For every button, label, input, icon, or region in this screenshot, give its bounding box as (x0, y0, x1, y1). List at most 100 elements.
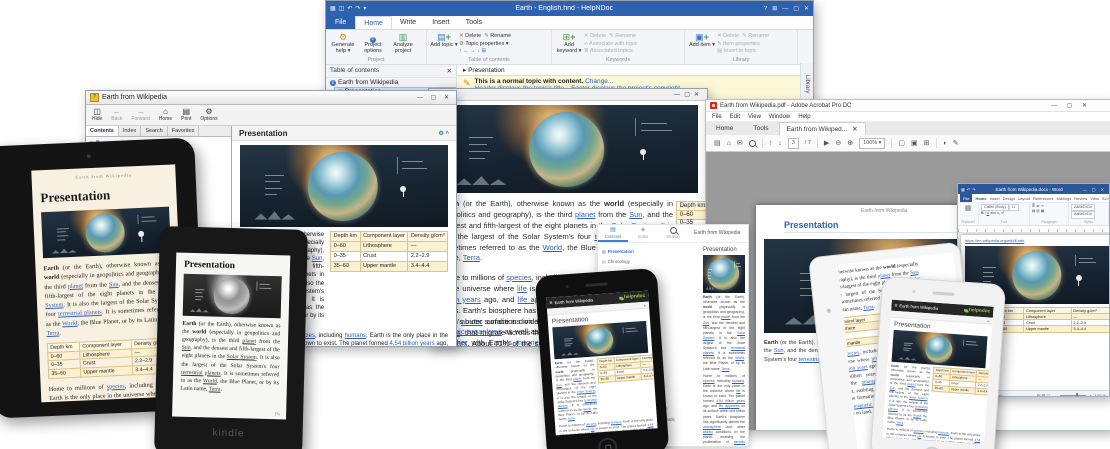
tab-search[interactable]: Search (141, 126, 167, 136)
redo-icon[interactable]: ↷ (355, 5, 360, 12)
text-link[interactable]: 4.54 billion years (716, 399, 745, 403)
options-button[interactable]: ⚙Options (200, 108, 217, 122)
text-link[interactable]: terrestrial planets (181, 369, 221, 376)
analyze-project-button[interactable]: ▥Analyze project (388, 31, 418, 55)
move-topic-arrows[interactable]: ↑ ← → ↓ ⊞ (459, 48, 511, 56)
zoom-slider[interactable] (1060, 395, 1086, 396)
tab-file[interactable]: File (960, 194, 972, 202)
tab-acrobat[interactable]: ACROBAT (1102, 196, 1109, 201)
window-controls[interactable]: — ▢ ✕ (1051, 102, 1091, 109)
italic-button[interactable]: I (985, 211, 986, 215)
select-tool-icon[interactable]: ▶ (824, 139, 829, 147)
hyperlink[interactable]: https://en.wikipedia.org/wiki/Earth (965, 238, 1024, 243)
undo-icon[interactable]: ↶ (967, 187, 970, 192)
text-link[interactable]: species (506, 273, 531, 282)
text-link[interactable]: life appeared (591, 430, 609, 435)
tab-home[interactable]: Home (355, 16, 392, 29)
tab-contents[interactable]: Contents (86, 126, 119, 136)
delete-item-button[interactable]: Delete (723, 33, 739, 39)
close-tab-icon[interactable]: ✕ (852, 125, 857, 133)
text-link[interactable]: Solar System (227, 354, 257, 361)
style-normal[interactable]: AaBbCcDd (1071, 204, 1095, 211)
save-icon[interactable]: ◫ (339, 5, 345, 12)
topic-properties-button[interactable]: Topic properties ▾ (465, 41, 508, 47)
text-link[interactable]: planet (68, 282, 83, 290)
help-button[interactable]: ? (764, 6, 767, 12)
align-left-icon[interactable]: ▤ (1032, 209, 1035, 213)
add-keyword-button[interactable]: ⊞+Add keyword ▾ (554, 31, 584, 55)
forward-button[interactable]: →Forward (131, 108, 149, 122)
topic-breadcrumb[interactable]: ▸ Presentation (457, 65, 813, 75)
text-link[interactable]: planet (242, 339, 256, 345)
text-link[interactable]: planet (721, 315, 730, 319)
text-link[interactable]: World (735, 356, 744, 360)
print-icon[interactable]: ⌂ (727, 140, 731, 147)
fullscreen-icon[interactable]: ⊞ (924, 139, 930, 147)
text-link[interactable]: life (517, 284, 527, 293)
text-link[interactable]: Sun (182, 345, 191, 351)
text-link[interactable]: life appeared (719, 404, 740, 408)
redo-icon[interactable]: ↷ (972, 187, 975, 192)
maximize-button[interactable]: ▢ (793, 5, 799, 12)
strikethrough-button[interactable]: abc (990, 211, 996, 215)
align-center-icon[interactable]: ▥ (1036, 209, 1039, 213)
document-tab[interactable]: Earth from Wikiped...✕ (779, 122, 866, 135)
text-link[interactable]: life appeared (917, 438, 935, 443)
hamburger-menu-icon[interactable]: ≡ (894, 302, 897, 308)
change-link[interactable]: Change... (585, 78, 613, 85)
page-number-input[interactable]: 3 (788, 138, 799, 149)
minimize-button[interactable]: — (674, 92, 684, 98)
expand-icon[interactable]: ▸ (644, 302, 646, 307)
insert-in-topic-button[interactable]: Insert in topic (724, 48, 757, 54)
tab-mailings[interactable]: Mailings (1057, 196, 1072, 201)
bold-button[interactable]: B (981, 211, 984, 215)
text-link[interactable]: World (62, 320, 78, 328)
sign-icon[interactable]: ✎ (953, 139, 959, 147)
tab-review[interactable]: Review (1074, 196, 1087, 201)
mail-icon[interactable]: ✉ (737, 139, 743, 147)
menu-edit[interactable]: Edit (730, 114, 740, 120)
delete-topic-button[interactable]: Delete (465, 33, 481, 39)
text-link[interactable]: World (543, 243, 562, 252)
tab-insert[interactable]: Insert (990, 196, 1000, 201)
menu-view[interactable]: View (748, 114, 761, 120)
zoom-out-icon[interactable]: — (1053, 393, 1057, 397)
generate-help-button[interactable]: ⚙Generate help ▾ (328, 31, 358, 55)
maximize-button[interactable]: ▢ (684, 91, 694, 98)
text-link[interactable]: humans (345, 333, 366, 339)
add-topic-button[interactable]: ▤+Add topic ▾ (429, 31, 459, 48)
close-panel-icon[interactable]: ✕ (447, 67, 452, 75)
text-link[interactable]: Sun (629, 210, 642, 219)
zoom-level-dropdown[interactable]: 100% ▾ (859, 138, 885, 149)
text-link[interactable]: Terra (863, 305, 874, 311)
home-button[interactable]: ⌂Home (159, 108, 172, 122)
associated-topics-button[interactable]: Associated topics (590, 48, 633, 54)
tab-references[interactable]: References (1033, 196, 1053, 201)
font-name-dropdown[interactable]: Calibri (Body) (981, 204, 1009, 211)
text-link[interactable]: species (703, 379, 715, 383)
rename-topic-button[interactable]: Rename (490, 33, 511, 39)
menu-file[interactable]: File (712, 114, 722, 120)
zoom-in-icon[interactable]: ⊕ (847, 139, 853, 147)
paste-icon[interactable]: ▦ (965, 205, 972, 212)
associate-with-topic-button[interactable]: Associate with topic (589, 41, 637, 47)
toc-item[interactable]: ▤Chronology (602, 257, 697, 268)
tab-home[interactable]: Home (975, 196, 986, 201)
zoom-out-icon[interactable]: ⊖ (835, 139, 841, 147)
tab-tools[interactable]: Tools (743, 122, 778, 135)
style-no-spacing[interactable]: AaBbCcDd (1071, 211, 1095, 218)
print-button[interactable]: ▤Print (181, 108, 191, 122)
tab-index[interactable]: ◈Index (628, 225, 658, 242)
item-properties-button[interactable]: Item properties (723, 41, 760, 47)
text-link[interactable]: abiotic (703, 430, 713, 434)
toc-root-item[interactable]: iEarth from Wikipedia (326, 78, 456, 87)
underline-button[interactable]: U (987, 211, 990, 215)
tab-favorites[interactable]: Favorites (168, 126, 200, 136)
font-size-dropdown[interactable]: 11 (1009, 204, 1019, 211)
text-link[interactable]: atmosphere (632, 432, 648, 436)
text-link[interactable]: atmosphere (703, 425, 721, 429)
text-link[interactable]: 4.54 billion years (390, 341, 435, 346)
back-button[interactable]: ←Back (111, 108, 122, 122)
tab-view[interactable]: View (1090, 196, 1099, 201)
tab-contents[interactable]: ▤Contents (598, 225, 628, 242)
